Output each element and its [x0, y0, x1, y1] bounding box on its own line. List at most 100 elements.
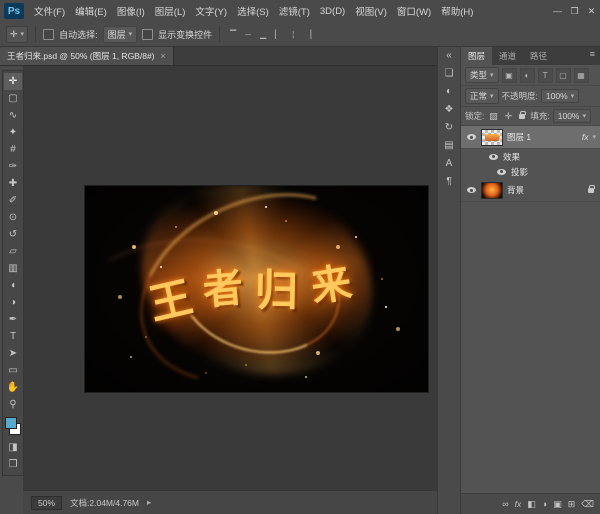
- menu-window[interactable]: 窗口(W): [392, 4, 436, 18]
- path-selection-tool[interactable]: ➤: [4, 345, 22, 362]
- visibility-toggle[interactable]: [465, 134, 477, 140]
- background-thumbnail[interactable]: [481, 182, 503, 199]
- crop-tool[interactable]: #: [4, 141, 22, 158]
- tab-paths[interactable]: 路径: [523, 47, 554, 65]
- layer-name[interactable]: 背景: [507, 184, 582, 196]
- layer-mask-icon[interactable]: ◧: [527, 499, 536, 510]
- layer-row-layer1[interactable]: 图层 1 fx ▾: [461, 126, 600, 149]
- foreground-color-swatch[interactable]: [5, 417, 17, 429]
- menu-image[interactable]: 图像(I): [112, 4, 150, 18]
- lock-transparency-icon[interactable]: ▨: [487, 111, 499, 122]
- history-panel-icon[interactable]: ↻: [445, 122, 453, 133]
- status-options-arrow-icon[interactable]: ▸: [147, 497, 151, 508]
- brush-tool[interactable]: ✐: [4, 192, 22, 209]
- opacity-dropdown[interactable]: 100% ▾: [541, 89, 579, 103]
- align-right-icon[interactable]: ▕: [302, 30, 314, 39]
- visibility-toggle[interactable]: [495, 169, 507, 175]
- lock-all-icon[interactable]: [519, 114, 525, 119]
- eraser-tool[interactable]: ▱: [4, 243, 22, 260]
- link-layers-icon[interactable]: ∞: [502, 499, 508, 509]
- character-panel-icon[interactable]: A: [446, 158, 453, 169]
- align-top-icon[interactable]: ▔: [227, 30, 239, 39]
- filter-smart-objects-icon[interactable]: ▦: [574, 68, 589, 83]
- align-bottom-icon[interactable]: ▁: [257, 30, 269, 39]
- blur-tool[interactable]: ◖: [4, 277, 22, 294]
- visibility-toggle[interactable]: [487, 154, 499, 160]
- tool-preset-picker[interactable]: ✛ ▾: [6, 26, 28, 43]
- eyedropper-tool[interactable]: ✑: [4, 158, 22, 175]
- menu-layer[interactable]: 图层(L): [150, 4, 191, 18]
- layer-effects-row[interactable]: 效果: [461, 149, 600, 164]
- zoom-level-input[interactable]: 50%: [31, 496, 62, 510]
- screen-mode-button[interactable]: ❐: [4, 456, 22, 473]
- properties-panel-icon[interactable]: ▤: [444, 140, 453, 151]
- filter-pixel-layers-icon[interactable]: ▣: [502, 68, 517, 83]
- type-tool[interactable]: T: [4, 328, 22, 345]
- close-tab-icon[interactable]: ×: [161, 51, 166, 61]
- tool-options-bar: ✛ ▾ 自动选择: 图层 ▾ 显示变换控件 ▔ ─ ▁ ▏ ¦ ▕: [0, 22, 600, 47]
- new-layer-icon[interactable]: ⊞: [568, 499, 576, 510]
- document-tab[interactable]: 王者归来.psd @ 50% (图层 1, RGB/8#) ×: [0, 47, 174, 65]
- adjustments-panel-icon[interactable]: ◐: [446, 86, 452, 97]
- align-hcenter-icon[interactable]: ¦: [287, 30, 299, 39]
- artwork-image[interactable]: 王者归来: [85, 186, 428, 392]
- layer-style-icon[interactable]: fx: [515, 499, 522, 509]
- paragraph-panel-icon[interactable]: ¶: [446, 176, 451, 187]
- layer1-thumbnail[interactable]: [481, 129, 503, 146]
- layer-name[interactable]: 图层 1: [507, 131, 578, 143]
- delete-layer-icon[interactable]: ⌫: [581, 499, 594, 510]
- marquee-tool[interactable]: ▢: [4, 90, 22, 107]
- pen-tool[interactable]: ✒: [4, 311, 22, 328]
- fill-dropdown[interactable]: 100% ▾: [553, 109, 591, 123]
- quick-selection-tool[interactable]: ✦: [4, 124, 22, 141]
- menu-file[interactable]: 文件(F): [29, 4, 70, 18]
- filter-type-dropdown[interactable]: 类型 ▾: [465, 67, 499, 83]
- quick-mask-button[interactable]: ◨: [4, 439, 22, 456]
- color-panel-icon[interactable]: ❏: [445, 68, 454, 79]
- close-button[interactable]: ✕: [583, 4, 600, 19]
- filter-type-layers-icon[interactable]: T: [538, 68, 553, 83]
- tab-layers[interactable]: 图层: [461, 47, 492, 65]
- zoom-tool[interactable]: ⚲: [4, 396, 22, 413]
- minimize-button[interactable]: —: [549, 4, 566, 18]
- hand-tool[interactable]: ✋: [4, 379, 22, 396]
- menu-view[interactable]: 视图(V): [350, 4, 392, 18]
- maximize-button[interactable]: ❐: [566, 4, 583, 19]
- collapse-panels-icon[interactable]: «: [446, 50, 452, 61]
- styles-panel-icon[interactable]: ❖: [445, 104, 454, 115]
- gradient-tool[interactable]: ▥: [4, 260, 22, 277]
- shape-tool[interactable]: ▭: [4, 362, 22, 379]
- move-tool[interactable]: ✛: [4, 73, 22, 90]
- visibility-toggle[interactable]: [465, 187, 477, 193]
- menu-filter[interactable]: 滤镜(T): [274, 4, 315, 18]
- menu-select[interactable]: 选择(S): [232, 4, 274, 18]
- align-vcenter-icon[interactable]: ─: [242, 30, 254, 39]
- align-left-icon[interactable]: ▏: [272, 30, 284, 39]
- panel-menu-icon[interactable]: ≡: [585, 47, 600, 65]
- blend-mode-dropdown[interactable]: 正常 ▾: [465, 88, 499, 104]
- auto-select-checkbox[interactable]: [43, 29, 54, 40]
- layer-fx-badge[interactable]: fx: [582, 132, 589, 142]
- lock-position-icon[interactable]: ✛: [502, 111, 514, 122]
- tab-channels[interactable]: 通道: [492, 47, 523, 65]
- menu-edit[interactable]: 编辑(E): [70, 4, 112, 18]
- history-brush-tool[interactable]: ↺: [4, 226, 22, 243]
- clone-stamp-tool[interactable]: ⊙: [4, 209, 22, 226]
- show-transform-checkbox[interactable]: [142, 29, 153, 40]
- healing-brush-tool[interactable]: ✚: [4, 175, 22, 192]
- filter-shape-layers-icon[interactable]: ▢: [556, 68, 571, 83]
- auto-select-dropdown[interactable]: 图层 ▾: [103, 26, 138, 43]
- lasso-tool[interactable]: ∿: [4, 107, 22, 124]
- filter-adjustment-layers-icon[interactable]: ◐: [520, 68, 535, 83]
- fx-collapse-icon[interactable]: ▾: [592, 134, 596, 141]
- dodge-tool[interactable]: ◑: [4, 294, 22, 311]
- menu-help[interactable]: 帮助(H): [436, 4, 478, 18]
- adjustment-layer-icon[interactable]: ◑: [542, 499, 547, 509]
- layer-row-background[interactable]: 背景: [461, 179, 600, 202]
- menu-type[interactable]: 文字(Y): [190, 4, 232, 18]
- color-swatches[interactable]: [4, 416, 22, 436]
- layer-group-icon[interactable]: ▣: [553, 499, 562, 510]
- canvas-area[interactable]: 王者归来: [23, 66, 437, 490]
- menu-3d[interactable]: 3D(D): [315, 6, 350, 17]
- layer-dropshadow-row[interactable]: 投影: [461, 164, 600, 179]
